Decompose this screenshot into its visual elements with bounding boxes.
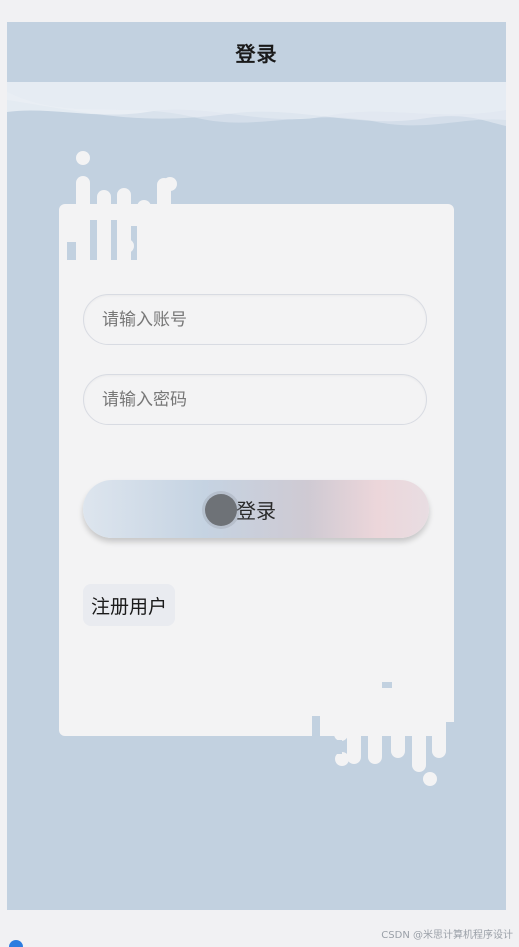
navigation-bar: 登录 [7,22,506,82]
app-screen: 登录 登录 注册用户 [7,22,506,910]
drip-decoration-bottom [312,682,457,794]
wave-decoration [7,82,506,154]
drip-decoration-top [67,151,197,260]
page-title: 登录 [235,41,278,66]
register-button[interactable]: 注册用户 [83,584,176,626]
watermark-text: CSDN @米思计算机程序设计 [381,930,513,941]
register-button-label: 注册用户 [91,595,168,618]
login-button-label: 登录 [236,498,276,523]
password-field[interactable] [83,374,427,425]
login-card: 登录 注册用户 [59,204,454,736]
account-input[interactable] [100,308,426,331]
password-input[interactable] [100,388,426,411]
account-field[interactable] [83,294,427,345]
touch-cursor-icon [205,494,237,526]
status-indicator-icon [9,940,23,947]
login-button[interactable]: 登录 [83,480,429,538]
